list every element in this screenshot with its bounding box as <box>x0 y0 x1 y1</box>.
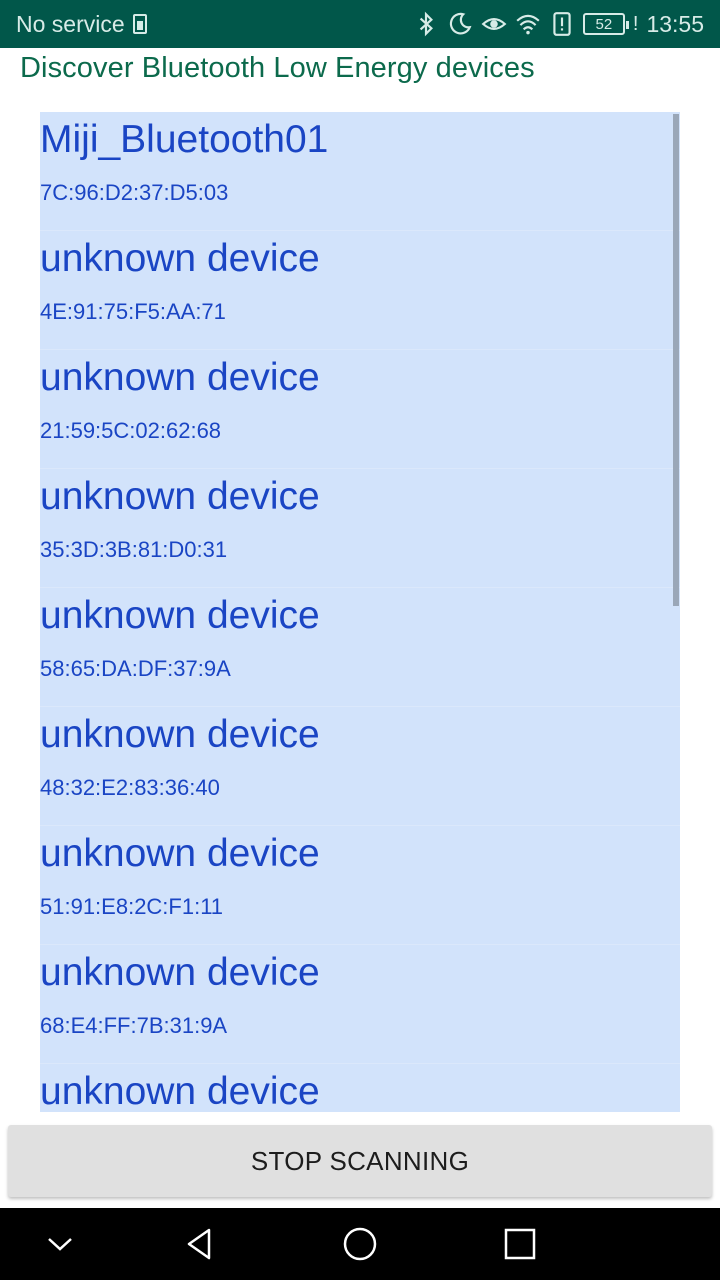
device-item[interactable]: unknown device 48:32:E2:83:36:40 <box>40 707 680 826</box>
device-mac: 58:65:DA:DF:37:9A <box>40 656 231 681</box>
device-item[interactable]: unknown device 4E:91:75:F5:AA:71 <box>40 231 680 350</box>
device-name: unknown device <box>40 832 320 875</box>
status-bar: No service 52 ! 13:55 <box>0 0 720 48</box>
list-scrollbar[interactable] <box>673 114 679 606</box>
device-name: Miji_Bluetooth01 <box>40 118 329 161</box>
back-icon[interactable] <box>180 1224 220 1264</box>
device-item[interactable]: unknown device 51:91:E8:2C:F1:11 <box>40 826 680 945</box>
alert-icon <box>553 12 571 36</box>
device-mac: 68:E4:FF:7B:31:9A <box>40 1013 228 1038</box>
device-mac: 4E:91:75:F5:AA:71 <box>40 299 226 324</box>
stop-scanning-button[interactable]: STOP SCANNING <box>8 1125 712 1197</box>
signal-icon: ! <box>632 12 639 35</box>
device-mac: 51:91:E8:2C:F1:11 <box>40 894 224 919</box>
device-mac: 21:59:5C:02:62:68 <box>40 418 222 443</box>
device-name: unknown device <box>40 951 320 994</box>
moon-icon <box>449 12 472 35</box>
device-name: unknown device <box>40 1070 320 1112</box>
bluetooth-icon <box>419 11 433 37</box>
device-item[interactable]: unknown device 68:E4:FF:7B:31:9A <box>40 945 680 1064</box>
device-item[interactable]: unknown device 58:65:DA:DF:37:9A <box>40 588 680 707</box>
device-item[interactable]: unknown device 35:3D:3B:81:D0:31 <box>40 469 680 588</box>
navigation-bar <box>0 1208 720 1280</box>
device-item[interactable]: Miji_Bluetooth01 7C:96:D2:37:D5:03 <box>40 112 680 231</box>
device-name: unknown device <box>40 713 320 756</box>
carrier-label: No service <box>16 10 125 37</box>
chevron-down-icon[interactable] <box>40 1224 80 1264</box>
wifi-icon <box>516 14 540 35</box>
status-right: 52 ! 13:55 <box>413 11 704 38</box>
device-mac: 48:32:E2:83:36:40 <box>40 775 220 800</box>
eye-icon <box>481 18 507 30</box>
device-name: unknown device <box>40 237 320 280</box>
sim-icon <box>132 14 147 34</box>
page-title: Discover Bluetooth Low Energy devices <box>20 52 535 84</box>
device-name: unknown device <box>40 356 320 399</box>
battery-level: 52 <box>595 15 613 33</box>
device-mac: 7C:96:D2:37:D5:03 <box>40 180 229 205</box>
device-name: unknown device <box>40 594 320 637</box>
device-item[interactable]: unknown device 21:59:5C:02:62:68 <box>40 350 680 469</box>
recents-icon[interactable] <box>500 1224 540 1264</box>
device-name: unknown device <box>40 475 320 518</box>
device-mac: 35:3D:3B:81:D0:31 <box>40 537 228 562</box>
battery-icon: 52 <box>582 13 629 35</box>
home-icon[interactable] <box>340 1224 380 1264</box>
device-item[interactable]: unknown device <box>40 1064 680 1112</box>
status-left: No service <box>16 11 147 38</box>
clock: 13:55 <box>646 10 704 37</box>
device-list[interactable]: Miji_Bluetooth01 7C:96:D2:37:D5:03 unkno… <box>40 112 680 1112</box>
